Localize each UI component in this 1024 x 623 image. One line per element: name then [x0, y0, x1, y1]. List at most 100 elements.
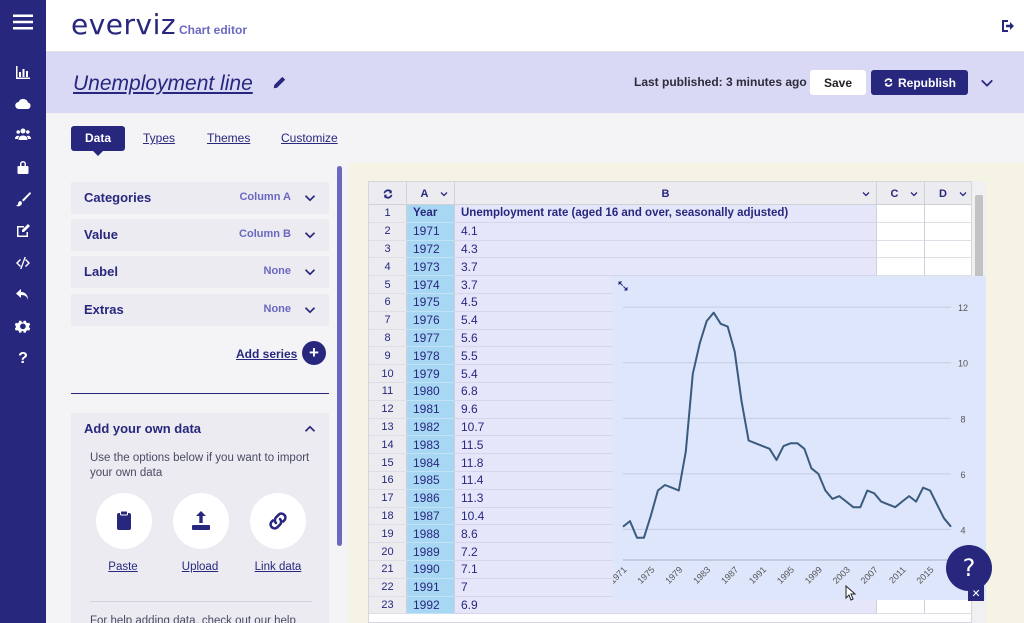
- cell-a[interactable]: 1981: [407, 400, 455, 419]
- add-series-button[interactable]: +: [302, 341, 326, 365]
- help-chat-button[interactable]: ?: [946, 545, 992, 591]
- cell-d[interactable]: [925, 223, 971, 241]
- menu-icon[interactable]: [0, 8, 46, 36]
- tab-types[interactable]: Types: [143, 131, 175, 145]
- cell-a[interactable]: 1980: [407, 383, 455, 401]
- paste-label[interactable]: Paste: [83, 561, 163, 573]
- tab-data[interactable]: Data: [71, 126, 126, 156]
- row-number[interactable]: 16: [369, 472, 407, 490]
- row-number[interactable]: 17: [369, 489, 407, 508]
- row-number[interactable]: 5: [369, 276, 407, 294]
- row-number[interactable]: 13: [369, 418, 407, 437]
- chart-preview[interactable]: 4 6 8 10 12 1971 1975 1979 1983 1987 1991 1995 1999 2…: [613, 276, 986, 600]
- row-number[interactable]: 8: [369, 329, 407, 348]
- cell-b[interactable]: 3.7: [455, 258, 877, 277]
- upload-label[interactable]: Upload: [160, 561, 240, 573]
- row-number[interactable]: 6: [369, 294, 407, 312]
- edit-icon[interactable]: [0, 219, 46, 243]
- row-number[interactable]: 14: [369, 436, 407, 455]
- cell-a[interactable]: 1982: [407, 418, 455, 437]
- chevron-down-icon[interactable]: [980, 76, 994, 90]
- row-number[interactable]: 4: [369, 258, 407, 277]
- column-header-d[interactable]: D: [925, 182, 971, 205]
- cell-a[interactable]: 1976: [407, 311, 455, 330]
- row-number[interactable]: 12: [369, 400, 407, 419]
- chevron-down-icon[interactable]: [910, 190, 918, 198]
- cell-a[interactable]: 1991: [407, 578, 455, 597]
- cell-a[interactable]: 1992: [407, 596, 455, 615]
- settings-icon[interactable]: [0, 315, 46, 339]
- cell-d[interactable]: [925, 258, 971, 277]
- cell-d[interactable]: [925, 241, 971, 259]
- cell-a[interactable]: 1974: [407, 276, 455, 294]
- cell-a[interactable]: 1990: [407, 561, 455, 579]
- row-number[interactable]: 1: [369, 205, 407, 223]
- row-number[interactable]: 22: [369, 578, 407, 597]
- row-number[interactable]: 20: [369, 543, 407, 561]
- cell-c[interactable]: [877, 258, 925, 277]
- help-icon[interactable]: ?: [0, 347, 46, 371]
- cell-a[interactable]: 1984: [407, 454, 455, 472]
- tab-themes[interactable]: Themes: [207, 131, 250, 145]
- column-header-c[interactable]: C: [877, 182, 925, 205]
- cell-a[interactable]: 1977: [407, 329, 455, 348]
- chevron-down-icon[interactable]: [304, 192, 316, 204]
- code-icon[interactable]: [0, 251, 46, 275]
- column-header-a[interactable]: A: [407, 182, 455, 205]
- cell-c[interactable]: [877, 222, 925, 241]
- cell-a[interactable]: Year: [407, 205, 455, 223]
- row-number[interactable]: 3: [369, 240, 407, 259]
- brush-icon[interactable]: [0, 187, 46, 211]
- save-button[interactable]: Save: [810, 70, 866, 95]
- panel-scrollbar[interactable]: [337, 166, 342, 546]
- row-number[interactable]: 21: [369, 561, 407, 579]
- paste-option[interactable]: [96, 493, 152, 549]
- row-number[interactable]: 9: [369, 347, 407, 366]
- row-number[interactable]: 10: [369, 365, 407, 383]
- cell-a[interactable]: 1988: [407, 525, 455, 544]
- row-number[interactable]: 18: [369, 507, 407, 526]
- link-data-option[interactable]: [250, 493, 306, 549]
- cell-a[interactable]: 1987: [407, 507, 455, 526]
- expand-icon[interactable]: [617, 280, 629, 292]
- mapping-categories[interactable]: Categories Column A: [71, 182, 329, 214]
- cell-a[interactable]: 1975: [407, 294, 455, 312]
- cell-a[interactable]: 1985: [407, 472, 455, 490]
- cell-a[interactable]: 1971: [407, 222, 455, 241]
- upload-option[interactable]: [173, 493, 229, 549]
- chart-title[interactable]: Unemployment line: [73, 72, 253, 96]
- cell-d[interactable]: [925, 205, 971, 223]
- mapping-label-row[interactable]: Label None: [71, 256, 329, 288]
- cell-b[interactable]: Unemployment rate (aged 16 and over, sea…: [455, 205, 877, 223]
- cell-c[interactable]: [877, 205, 925, 223]
- cell-a[interactable]: 1979: [407, 365, 455, 383]
- chevron-up-icon[interactable]: [304, 423, 316, 435]
- undo-icon[interactable]: [0, 283, 46, 307]
- row-number[interactable]: 11: [369, 383, 407, 401]
- pencil-icon[interactable]: [273, 76, 286, 89]
- chevron-down-icon[interactable]: [304, 266, 316, 278]
- add-series-link[interactable]: Add series: [236, 347, 297, 361]
- cell-b[interactable]: 4.3: [455, 240, 877, 259]
- cell-c[interactable]: [877, 240, 925, 259]
- cell-a[interactable]: 1978: [407, 347, 455, 366]
- row-number[interactable]: 7: [369, 311, 407, 330]
- row-number[interactable]: 23: [369, 596, 407, 615]
- row-number[interactable]: 15: [369, 454, 407, 472]
- swap-icon[interactable]: [369, 182, 407, 205]
- chevron-down-icon[interactable]: [440, 190, 448, 198]
- cell-a[interactable]: 1986: [407, 489, 455, 508]
- chart-icon[interactable]: [0, 60, 46, 84]
- cell-a[interactable]: 1972: [407, 240, 455, 259]
- mapping-extras-row[interactable]: Extras None: [71, 294, 329, 326]
- link-data-label[interactable]: Link data: [238, 561, 318, 573]
- lock-icon[interactable]: [0, 155, 46, 179]
- chevron-down-icon[interactable]: [959, 190, 967, 198]
- cell-b[interactable]: 4.1: [455, 222, 877, 241]
- republish-button[interactable]: Republish: [871, 70, 968, 95]
- row-number[interactable]: 2: [369, 222, 407, 241]
- cloud-icon[interactable]: [0, 92, 46, 116]
- cell-a[interactable]: 1989: [407, 543, 455, 561]
- row-number[interactable]: 19: [369, 525, 407, 544]
- chevron-down-icon[interactable]: [304, 229, 316, 241]
